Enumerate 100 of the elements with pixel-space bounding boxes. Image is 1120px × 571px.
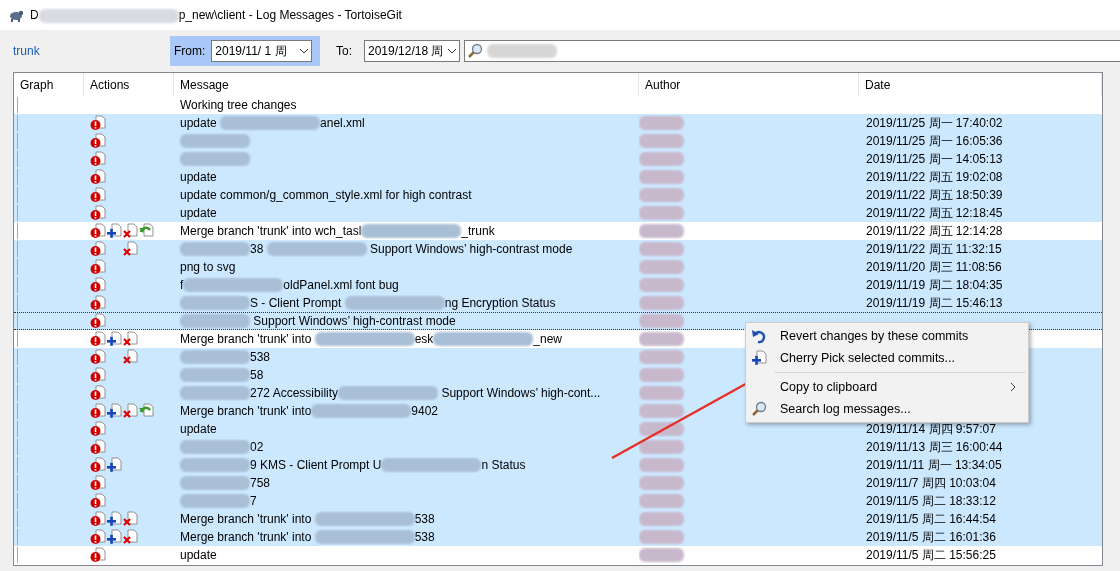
- redaction-blur: [639, 242, 684, 256]
- redaction-blur: [639, 170, 684, 184]
- message-text: ng Encryption Status: [444, 296, 556, 310]
- log-row[interactable]: 2019/11/25 周一 16:05:36: [14, 132, 1102, 150]
- log-row[interactable]: Merge branch 'trunk' into 538 2019/11/5 周二 16:44:54: [14, 510, 1102, 528]
- from-label: From:: [174, 44, 206, 58]
- log-row[interactable]: update common/g_common_style.xml for high contrast 2019/11/22 周五 18:50:39: [14, 186, 1102, 204]
- log-row[interactable]: png to svg 2019/11/20 周三 11:08:56: [14, 258, 1102, 276]
- redaction-blur: [639, 440, 684, 454]
- graph-line: [17, 151, 18, 167]
- graph-line: [17, 187, 18, 203]
- date-text: 2019/11/22 周五 12:14:28: [866, 223, 1003, 239]
- redaction-blur: [639, 512, 684, 526]
- date-text: 2019/11/25 周一 14:05:13: [866, 151, 1003, 167]
- error-document-icon: [90, 511, 106, 527]
- error-document-icon: [90, 349, 106, 365]
- message-text: 02: [250, 440, 264, 454]
- graph-line: [17, 331, 18, 347]
- graph-line: [17, 295, 18, 311]
- redaction-blur: [180, 314, 250, 328]
- log-row[interactable]: update 2019/11/22 周五 12:18:45: [14, 204, 1102, 222]
- message-text: Support Windows’ high-contrast mode: [369, 242, 573, 256]
- log-row[interactable]: 7 2019/11/5 周二 18:33:12: [14, 492, 1102, 510]
- graph-line: [17, 493, 18, 509]
- graph-line: [17, 349, 18, 365]
- log-row[interactable]: 02 2019/11/13 周三 16:00:44: [14, 438, 1102, 456]
- redaction-blur: [180, 440, 250, 454]
- graph-line: [17, 205, 18, 221]
- date-text: 2019/11/14 周四 9:57:07: [866, 421, 996, 437]
- branch-link[interactable]: trunk: [13, 44, 170, 58]
- menu-item[interactable]: Cherry Pick selected commits...: [746, 347, 1028, 369]
- graph-line: [17, 241, 18, 257]
- log-row[interactable]: 758 2019/11/7 周四 10:03:04: [14, 474, 1102, 492]
- message-text: update common/g_common_style.xml for high contrast: [180, 188, 472, 202]
- date-text: 2019/11/22 周五 18:50:39: [866, 187, 1003, 203]
- redaction-blur: [639, 476, 684, 490]
- to-date-field[interactable]: 2019/12/18 周: [364, 40, 460, 62]
- plus-document-icon: [106, 331, 122, 347]
- log-row[interactable]: f oldPanel.xml font bug 2019/11/19 周二 18:04:35: [14, 276, 1102, 294]
- redaction-blur: [180, 242, 250, 256]
- dropdown-icon: [447, 47, 457, 55]
- message-text: Merge branch 'trunk' into wch_tasl: [180, 224, 362, 238]
- redaction-blur: [639, 458, 684, 472]
- graph-line: [17, 169, 18, 185]
- error-document-icon: [90, 205, 106, 221]
- message-text: anel.xml: [320, 116, 365, 130]
- message-text: Support Windows’ high-contrast mode: [252, 314, 456, 328]
- date-text: 2019/11/5 周二 16:44:54: [866, 511, 996, 527]
- redaction-blur: [180, 152, 250, 166]
- log-row[interactable]: update anel.xml 2019/11/25 周一 17:40:02: [14, 114, 1102, 132]
- log-row[interactable]: update 2019/11/14 周四 9:57:07: [14, 420, 1102, 438]
- message-text: update: [180, 422, 217, 436]
- log-row[interactable]: 9 KMS - Client Prompt U n Status 2019/11/11 周一 13:34:05: [14, 456, 1102, 474]
- message-text: n Status: [481, 458, 526, 472]
- date-text: 2019/11/11 周一 13:34:05: [866, 457, 1002, 473]
- date-text: 2019/11/20 周三 11:08:56: [866, 259, 1002, 275]
- log-row[interactable]: Merge branch 'trunk' into 538 2019/11/5 周二 16:01:36: [14, 528, 1102, 546]
- date-text: 2019/11/22 周五 19:02:08: [866, 169, 1003, 185]
- error-document-icon: [90, 151, 106, 167]
- plus-document-icon: [106, 511, 122, 527]
- message-text: Merge branch 'trunk' into: [180, 404, 312, 418]
- message-text: 538: [414, 512, 435, 526]
- log-row[interactable]: S - Client Prompt ng Encryption Status 2019/11/19 周二 15:46:13: [14, 294, 1102, 312]
- redaction-blur: [639, 188, 684, 202]
- message-text: Merge branch 'trunk' into: [180, 512, 313, 526]
- arrow-document-icon: [138, 403, 154, 419]
- graph-line: [17, 385, 18, 401]
- date-text: 2019/11/19 周二 18:04:35: [866, 277, 1003, 293]
- cross-document-icon: [122, 529, 138, 545]
- graph-line: [17, 367, 18, 383]
- redaction-blur: [180, 350, 250, 364]
- graph-line: [17, 547, 18, 563]
- date-text: 2019/11/5 周二 16:01:36: [866, 529, 996, 545]
- error-document-icon: [90, 133, 106, 149]
- graph-line: [17, 529, 18, 545]
- graph-line: [17, 115, 18, 131]
- cross-document-icon: [122, 403, 138, 419]
- cross-document-icon: [122, 511, 138, 527]
- cross-document-icon: [122, 331, 138, 347]
- message-text: 9402: [411, 404, 439, 418]
- log-row[interactable]: 2019/11/25 周一 14:05:13: [14, 150, 1102, 168]
- error-document-icon: [90, 385, 106, 401]
- log-row[interactable]: update 2019/11/22 周五 19:02:08: [14, 168, 1102, 186]
- message-text: 58: [250, 368, 264, 382]
- error-document-icon: [90, 259, 106, 275]
- message-text: update: [180, 206, 217, 220]
- graph-line: [17, 403, 18, 419]
- from-date-field[interactable]: 2019/11/ 1 周: [211, 40, 313, 62]
- search-field[interactable]: [464, 40, 1120, 62]
- error-document-icon: [90, 475, 106, 491]
- error-document-icon: [90, 295, 106, 311]
- error-document-icon: [90, 529, 106, 545]
- message-text: f: [180, 278, 184, 292]
- date-text: 2019/11/19 周二 15:46:13: [866, 295, 1003, 311]
- redaction-blur: [639, 116, 684, 130]
- redaction-blur: [639, 548, 684, 562]
- error-document-icon: [90, 331, 106, 347]
- log-row[interactable]: 38 Support Windows’ high-contrast mode 2019/11/22 周五 11:32:15: [14, 240, 1102, 258]
- window-title: D: [30, 8, 39, 23]
- redaction-blur: [487, 44, 557, 58]
